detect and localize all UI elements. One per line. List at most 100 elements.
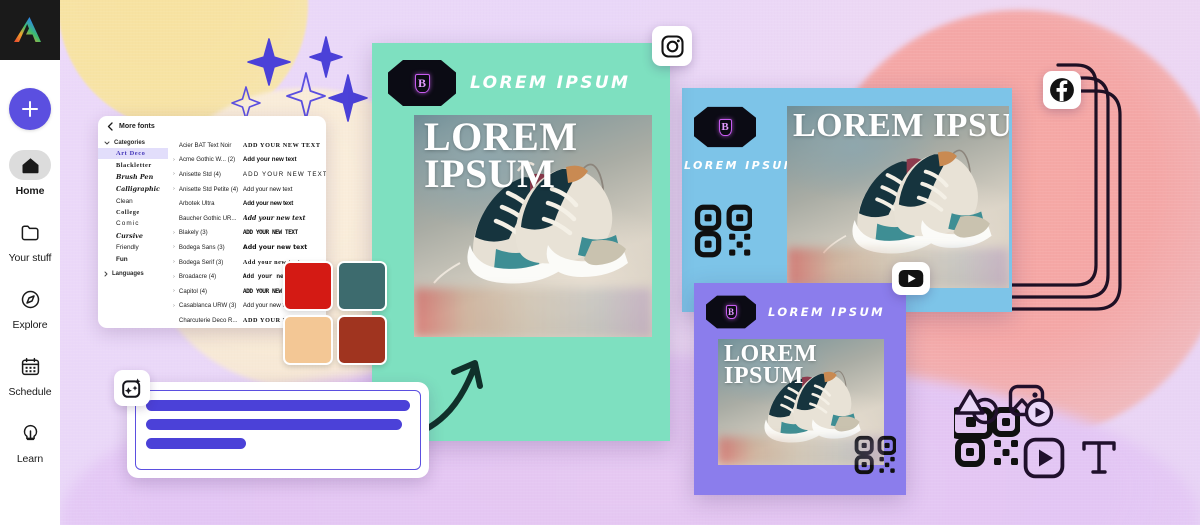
font-name: Charcuterie Deco R...	[178, 316, 238, 324]
ai-sparkle-icon[interactable]	[114, 370, 150, 406]
font-category-item[interactable]: Clean	[98, 196, 168, 207]
facebook-chip[interactable]	[1043, 71, 1081, 109]
chevron-right-icon	[104, 271, 108, 277]
brand-logo-letter: B	[718, 118, 732, 136]
color-swatch-grid[interactable]	[283, 261, 387, 365]
sidebar-item-schedule[interactable]: Schedule	[0, 351, 60, 398]
color-swatch[interactable]	[283, 315, 333, 365]
folder-icon	[9, 217, 51, 247]
app-sidebar[interactable]: Home Your stuff Explore Schedule Learn	[0, 0, 60, 525]
font-panel-title: More fonts	[119, 122, 155, 130]
ai-text-generator-card[interactable]	[114, 370, 429, 478]
color-swatch[interactable]	[337, 315, 387, 365]
font-list-row[interactable]: Arbotek UltraAdd your new text✱	[168, 196, 326, 211]
font-preview-text: ADD YOUR NEW TEXT	[242, 170, 326, 178]
sidebar-item-your-stuff[interactable]: Your stuff	[0, 217, 60, 264]
font-category-item[interactable]: Calligraphic	[98, 183, 168, 195]
post-brand-name: LOREM IPSUM	[684, 159, 798, 172]
youtube-post-card[interactable]: B LOREM IPSUM LOREM IPSUM	[694, 283, 906, 495]
calendar-icon	[9, 351, 51, 381]
font-list-row[interactable]: ›Anisette Std (4)ADD YOUR NEW TEXT✱	[168, 167, 326, 182]
home-icon	[9, 150, 51, 180]
font-category-item[interactable]: Art Deco	[98, 148, 168, 160]
font-list-row[interactable]: Acier BAT Text NoirADD YOUR NEW TEXT✱	[168, 138, 326, 153]
sparkle-star-icon	[286, 72, 326, 120]
font-category-item[interactable]: Blackletter	[98, 159, 168, 170]
font-categories-column: Categories Art Deco Blackletter Brush Pen C…	[98, 136, 168, 328]
image-video-icon[interactable]	[1008, 384, 1060, 428]
text-t-icon[interactable]	[1080, 437, 1118, 477]
color-swatch[interactable]	[337, 261, 387, 311]
font-category-item[interactable]: Brush Pen	[98, 171, 168, 183]
font-category-item[interactable]: Friendly	[98, 242, 168, 253]
chevron-right-icon[interactable]: ›	[171, 288, 177, 294]
sidebar-item-learn[interactable]: Learn	[0, 418, 60, 465]
sidebar-item-explore[interactable]: Explore	[0, 284, 60, 331]
chevron-right-icon[interactable]: ›	[171, 259, 177, 265]
font-name: Anisette Std (4)	[178, 170, 221, 178]
chevron-right-icon[interactable]: ›	[171, 274, 177, 280]
font-name: Baucher Gothic UR...	[178, 214, 237, 222]
font-name: Anisette Std Petite (4)	[178, 185, 239, 193]
sidebar-item-label: Home	[15, 185, 45, 197]
chevron-right-icon[interactable]: ›	[171, 157, 177, 163]
sidebar-item-home[interactable]: Home	[0, 150, 60, 197]
font-preview-text: ADD YOUR NEW TEXT	[242, 229, 298, 237]
font-name: Bodega Sans (3)	[178, 243, 225, 251]
photo-headline: LOREM IPSUM	[724, 341, 818, 390]
chevron-right-icon[interactable]: ›	[171, 186, 177, 192]
sparkle-star-icon	[231, 86, 261, 120]
font-name: Broadacre (4)	[178, 273, 217, 281]
languages-header[interactable]: Languages	[98, 269, 168, 279]
photo-headline: LOREM IPSUM	[793, 107, 1009, 144]
font-preview-text: Add your new text	[242, 243, 308, 251]
photo-color-smear	[718, 437, 884, 465]
font-category-list: Art Deco Blackletter Brush Pen Calligraphic…	[98, 148, 168, 265]
font-preview-text: Add your new text	[242, 156, 297, 164]
sparkle-star-icon	[247, 38, 291, 86]
video-play-icon[interactable]	[1023, 437, 1065, 479]
instagram-chip[interactable]	[652, 26, 692, 66]
chevron-left-icon[interactable]	[107, 121, 113, 131]
font-preview-text: Add your new text	[242, 185, 293, 193]
facebook-post-card[interactable]: B LOREM IPSUM LOREM IPSUM	[682, 88, 1012, 312]
font-category-item[interactable]: College	[98, 207, 168, 218]
facebook-icon	[1050, 78, 1074, 102]
instagram-icon	[660, 34, 684, 58]
chevron-right-icon[interactable]: ›	[171, 171, 177, 177]
youtube-icon	[898, 269, 924, 288]
adobe-express-logo[interactable]	[0, 0, 60, 60]
font-name: Bodega Serif (3)	[178, 258, 224, 266]
font-category-item[interactable]: Comic	[98, 218, 168, 229]
youtube-chip[interactable]	[892, 262, 930, 295]
font-name: Acier BAT Text Noir	[178, 141, 232, 149]
font-preview-text: ADD YOUR NEW TEXT	[242, 141, 321, 149]
sidebar-item-label: Your stuff	[8, 252, 52, 264]
brand-hex-logo: B	[388, 59, 456, 107]
font-preview-text: Add your new text	[242, 214, 306, 222]
categories-header[interactable]: Categories	[98, 138, 168, 148]
font-list-row[interactable]: ›Acme Gothic W... (2)Add your new text✱	[168, 153, 326, 168]
font-category-item[interactable]: Cursive	[98, 230, 168, 242]
sidebar-item-label: Learn	[16, 453, 44, 465]
chevron-right-icon[interactable]: ›	[171, 230, 177, 236]
create-new-button[interactable]	[9, 88, 51, 130]
chevron-right-icon[interactable]: ›	[171, 303, 177, 309]
chevron-down-icon	[104, 141, 110, 145]
font-list-row[interactable]: ›Bodega Sans (3)Add your new text✱	[168, 240, 326, 255]
sparkle-star-icon	[309, 36, 343, 78]
chevron-right-icon[interactable]: ›	[171, 244, 177, 250]
ai-text-line	[146, 438, 247, 449]
color-swatch[interactable]	[283, 261, 333, 311]
adobe-express-logo-icon	[14, 17, 41, 42]
post-brand-row: B LOREM IPSUM	[388, 59, 654, 107]
font-list-row[interactable]: ›Blakely (3)ADD YOUR NEW TEXT✱	[168, 226, 326, 241]
brand-hex-logo: B	[706, 295, 756, 329]
font-panel-header: More fonts	[98, 116, 326, 136]
languages-label: Languages	[112, 270, 144, 277]
font-category-item[interactable]: Fun	[98, 253, 168, 264]
post-photo: LOREM IPSUM	[787, 106, 1009, 288]
font-list-row[interactable]: Baucher Gothic UR...Add your new text✱	[168, 211, 326, 226]
font-list-row[interactable]: › Anisette Std Petite (4) Add your new tex…	[168, 182, 326, 197]
shapes-icon[interactable]	[953, 386, 1003, 426]
